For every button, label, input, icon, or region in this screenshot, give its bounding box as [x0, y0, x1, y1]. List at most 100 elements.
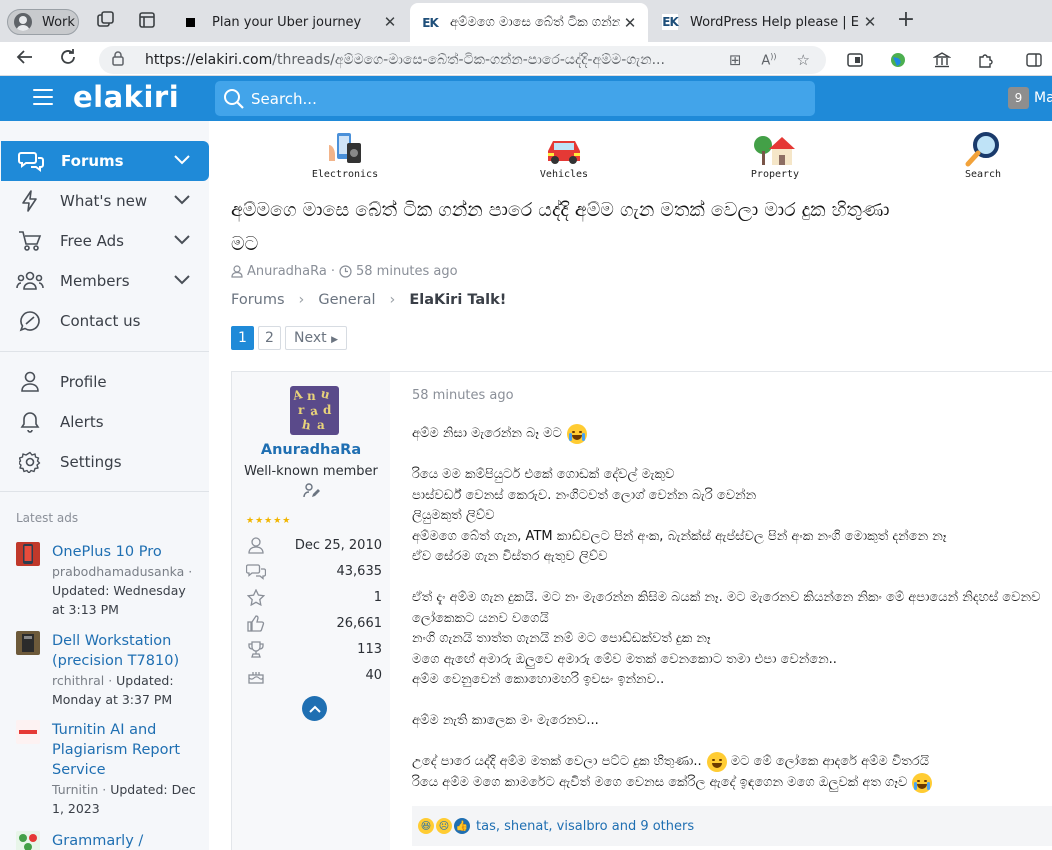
tab-wordpress-help[interactable]: EK WordPress Help please | ElaKiri ✕ [650, 4, 888, 40]
ad-meta: rchithral · Updated: Monday at 3:37 PM [52, 673, 174, 707]
tab-close-icon[interactable]: ✕ [620, 14, 640, 32]
ad-title[interactable]: Dell Workstation (precision T7810) [52, 631, 201, 671]
category-vehicles[interactable]: Vehicles [524, 131, 604, 180]
breadcrumb-current[interactable]: ElaKiri Talk! [409, 292, 506, 308]
category-search[interactable]: Search [943, 131, 1023, 180]
ad-item[interactable]: Dell Workstation (precision T7810) rchit… [16, 631, 201, 709]
stat-messages: 43,635 [246, 561, 382, 581]
post-message: අම්ම නිසා මැරෙන්න බෑ මට රියෙ මම කම්පියුට… [412, 424, 1052, 793]
chevron-down-icon[interactable] [173, 192, 195, 210]
post-line-blank [412, 445, 1052, 466]
magnifier-icon [965, 132, 999, 167]
chevron-down-icon[interactable] [173, 232, 195, 250]
tab-uber[interactable]: Plan your Uber journey ✕ [172, 4, 408, 40]
sidebar-toggle-icon[interactable] [1024, 50, 1044, 70]
read-aloud-icon[interactable]: A)) [761, 52, 776, 68]
breadcrumb-item[interactable]: Forums [231, 292, 285, 308]
user-rank-stars: ★★★★★ [246, 516, 292, 526]
post-line: පාස්වර්ඩ් වෙනස් කෙරුව. නංගිටවත් ලොග් වෙන… [412, 487, 757, 503]
profile-button[interactable]: Work [7, 9, 79, 35]
sidebar-divider [0, 351, 209, 352]
thread-title-continued: මට [231, 233, 259, 255]
ad-item[interactable]: Grammarly / QuillBot [16, 831, 201, 850]
ad-item[interactable]: OnePlus 10 Pro prabodhamadusanka · Updat… [16, 542, 201, 619]
members-group-icon [15, 270, 45, 292]
sidebar-item-alerts[interactable]: Alerts [0, 402, 209, 442]
browser-tab-bar: Work Plan your Uber journey ✕ EK අම්මගෙ … [0, 0, 1052, 42]
url-host: https://elakiri.com [145, 52, 273, 68]
tab-thread-active[interactable]: EK අම්මගෙ මාසෙ බේත් ටික ගන්න ✕ [410, 3, 648, 42]
post-username[interactable]: AnuradhaRa [232, 442, 390, 458]
bell-icon [15, 411, 45, 433]
trophy-icon [246, 639, 266, 659]
sidebar-item-forums[interactable]: Forums [1, 141, 209, 181]
favorite-star-icon[interactable]: ☆ [797, 51, 810, 69]
ad-title[interactable]: Grammarly / QuillBot [52, 831, 201, 850]
crying-face-emoji-icon [912, 772, 933, 793]
sidebar-item-members[interactable]: Members [0, 261, 209, 301]
ad-author: Turnitin [52, 782, 99, 797]
user-avatar[interactable]: A n u r a d h a [290, 386, 339, 435]
sidebar-item-label: What's new [60, 192, 148, 210]
extensions-puzzle-icon[interactable] [976, 50, 996, 70]
car-icon [548, 141, 580, 164]
refresh-icon[interactable] [57, 48, 79, 70]
thread-author[interactable]: AnuradhaRa [247, 264, 327, 279]
category-electronics[interactable]: Electronics [305, 131, 385, 180]
collections-icon[interactable] [932, 50, 952, 70]
ad-meta: Turnitin · Updated: Dec 1, 2023 [52, 782, 196, 816]
tab-close-icon[interactable]: ✕ [860, 13, 880, 31]
page-1-button[interactable]: 1 [231, 326, 254, 350]
sidebar-item-contact-us[interactable]: Contact us [0, 301, 209, 341]
collapse-chevron-up-icon[interactable] [302, 696, 327, 721]
user-menu-label[interactable]: Ma [1034, 90, 1052, 106]
post-line: අම්ම වෙනුවෙන් කොහොමහරි ඉවසං ඉන්නව.. [412, 672, 665, 687]
reactions-summary[interactable]: tas, shenat, visalbro and 9 others [476, 819, 694, 834]
elakiri-logo[interactable]: elakiri [73, 80, 179, 114]
next-page-button[interactable]: Next ▶ [285, 326, 347, 350]
menu-hamburger-icon[interactable] [33, 89, 53, 106]
back-arrow-icon[interactable] [14, 48, 36, 70]
address-bar[interactable]: https://elakiri.com /threads/අම්මගෙ-මාසෙ… [99, 46, 826, 74]
chevron-down-icon[interactable] [173, 152, 195, 170]
ad-updated: Updated: Wednesday at 3:13 PM [52, 583, 186, 617]
sidebar-item-whats-new[interactable]: What's new [0, 181, 209, 221]
category-property[interactable]: Property [735, 131, 815, 180]
notification-count-badge[interactable]: 9 [1008, 87, 1029, 109]
elakiri-favicon-icon: EK [422, 14, 439, 31]
extension-globe-icon[interactable] [888, 50, 908, 70]
site-search-input[interactable]: Search... [215, 81, 815, 116]
breadcrumb-item[interactable]: General [318, 292, 375, 308]
tab-title: අම්මගෙ මාසෙ බේත් ටික ගන්න [450, 15, 620, 30]
reactions-bar[interactable]: 😆 ☹ 👍 tas, shenat, visalbro and 9 others [412, 806, 1052, 846]
sidebar-item-label: Alerts [60, 413, 104, 431]
ad-thumbnail [16, 542, 40, 566]
contact-chat-icon [15, 310, 45, 332]
new-tab-button[interactable]: + [893, 8, 919, 34]
latest-ads-heading: Latest ads [16, 511, 79, 525]
stat-age: 40 [246, 665, 382, 685]
post: A n u r a d h a AnuradhaRa Well-known me… [231, 371, 1052, 850]
app-grid-icon[interactable]: ⊞ [729, 51, 742, 69]
thread-time[interactable]: 58 minutes ago [356, 264, 458, 279]
next-label: Next [294, 330, 327, 346]
post-date[interactable]: 58 minutes ago [412, 388, 514, 403]
user-title: Well-known member [244, 464, 378, 479]
post-line-text: රියෙ අම්ම මගෙ කාමරේට ඇවිත් මගෙ වෙනස කේරි… [412, 774, 908, 790]
sidebar-item-profile[interactable]: Profile [0, 362, 209, 402]
chevron-down-icon[interactable] [173, 272, 195, 290]
ad-item[interactable]: Turnitin AI and Plagiarism Report Servic… [16, 720, 201, 818]
page-2-button[interactable]: 2 [258, 326, 281, 350]
ad-title[interactable]: Turnitin AI and Plagiarism Report Servic… [52, 720, 201, 780]
elakiri-favicon-icon: EK [662, 14, 679, 30]
post-line-text: මට මේ ලෝකෙ ආදරේ අම්ම විතරයි [730, 754, 930, 769]
post-line: රියෙ අම්ම මගෙ කාමරේට ඇවිත් මගෙ වෙනස කේරි… [412, 772, 1052, 794]
tab-actions-icon[interactable] [137, 10, 159, 32]
tab-close-icon[interactable]: ✕ [380, 13, 400, 31]
ad-title[interactable]: OnePlus 10 Pro [52, 542, 201, 562]
split-screen-icon[interactable] [845, 50, 865, 70]
workspaces-icon[interactable] [96, 10, 118, 32]
sidebar-item-free-ads[interactable]: Free Ads [0, 221, 209, 261]
ad-meta: prabodhamadusanka · Updated: Wednesday a… [52, 564, 193, 617]
sidebar-item-settings[interactable]: Settings [0, 442, 209, 482]
